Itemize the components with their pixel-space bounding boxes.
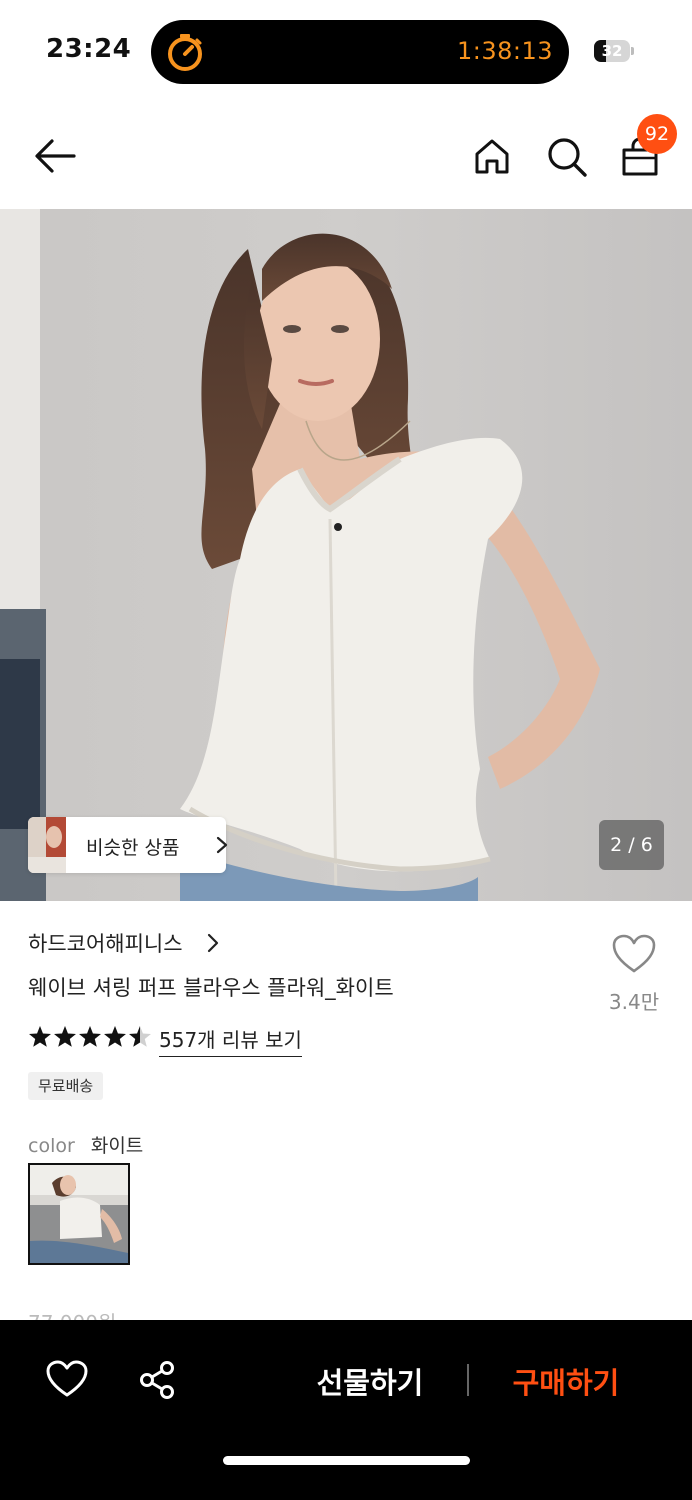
product-image-gallery[interactable]: 비슷한 상품 2 / 6 xyxy=(0,209,692,901)
heart-outline-icon[interactable] xyxy=(46,1360,88,1398)
stopwatch-icon xyxy=(168,34,202,71)
gift-button[interactable]: 선물하기 xyxy=(300,1360,440,1402)
like-count: 3.4만 xyxy=(608,990,660,1014)
similar-products-button[interactable]: 비슷한 상품 xyxy=(28,817,228,873)
star-filled xyxy=(104,1026,126,1047)
free-shipping-badge: 무료배송 xyxy=(28,1072,104,1100)
star-filled xyxy=(79,1026,101,1047)
product-photo xyxy=(0,209,692,901)
reviews-link[interactable]: 557개 리뷰 보기 xyxy=(159,1024,302,1057)
cart-count-badge: 92 xyxy=(637,114,677,154)
bottom-action-bar: 선물하기 구매하기 xyxy=(0,1320,692,1500)
status-clock: 23:24 xyxy=(46,34,132,64)
back-arrow-icon[interactable] xyxy=(32,136,78,176)
buy-button[interactable]: 구매하기 xyxy=(496,1360,636,1402)
product-title: 웨이브 셔링 퍼프 블라우스 플라워_화이트 xyxy=(28,976,394,1000)
similar-products-label: 비슷한 상품 xyxy=(86,837,180,859)
similar-product-thumbnail xyxy=(28,817,66,873)
star-rating xyxy=(29,1026,151,1047)
top-nav: 92 xyxy=(0,110,692,206)
home-indicator[interactable] xyxy=(223,1456,470,1465)
product-like-button[interactable]: 3.4만 xyxy=(600,930,668,1016)
image-page-indicator: 2 / 6 xyxy=(599,820,664,870)
status-bar: 23:24 1:38:13 32 xyxy=(0,0,692,100)
star-filled xyxy=(54,1026,76,1047)
battery-percent: 32 xyxy=(601,42,623,60)
color-swatch-white[interactable] xyxy=(28,1163,130,1265)
brand-link[interactable]: 하드코어해피니스 xyxy=(28,928,219,958)
battery-indicator: 32 xyxy=(594,40,634,62)
brand-name: 하드코어해피니스 xyxy=(28,932,183,956)
search-icon[interactable] xyxy=(546,136,588,178)
home-icon[interactable] xyxy=(472,136,512,176)
chevron-right-icon xyxy=(216,836,228,854)
color-value: 화이트 xyxy=(90,1135,144,1157)
color-label: color xyxy=(28,1135,75,1157)
star-filled xyxy=(29,1026,51,1047)
share-icon[interactable] xyxy=(138,1360,176,1400)
bottom-bar-divider xyxy=(467,1364,469,1396)
chevron-right-icon xyxy=(207,933,219,953)
dynamic-island[interactable]: 1:38:13 xyxy=(151,20,569,84)
heart-outline-icon xyxy=(612,934,656,973)
timer-readout: 1:38:13 xyxy=(456,37,553,65)
color-option-row: color 화이트 xyxy=(28,1131,143,1158)
